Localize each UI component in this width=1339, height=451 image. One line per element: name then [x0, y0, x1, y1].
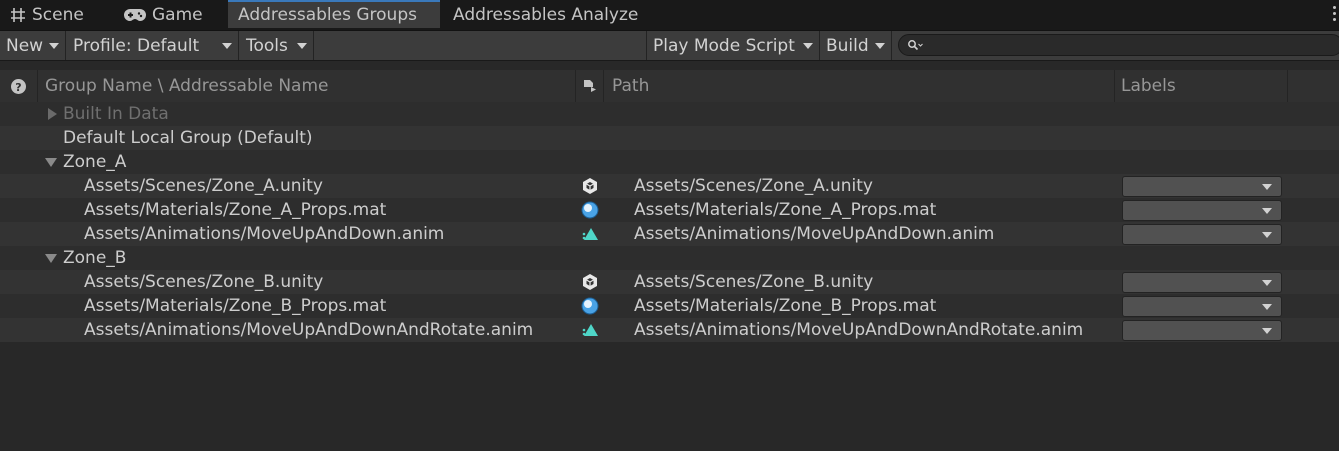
entry-row[interactable]: Assets/Animations/MoveUpAndDown.anim Ass… [0, 222, 1339, 246]
entry-path: Assets/Materials/Zone_B_Props.mat [634, 296, 937, 316]
column-group-name[interactable]: Group Name \ Addressable Name [45, 70, 329, 102]
tools-label: Tools [246, 35, 288, 56]
column-divider[interactable] [603, 70, 604, 102]
entry-path: Assets/Animations/MoveUpAndDown.anim [634, 224, 995, 244]
column-labels[interactable]: Labels [1121, 70, 1176, 102]
labels-dropdown[interactable] [1122, 200, 1282, 221]
labels-dropdown[interactable] [1122, 320, 1282, 341]
entry-path: Assets/Animations/MoveUpAndDownAndRotate… [634, 320, 1084, 340]
column-divider[interactable] [1287, 70, 1288, 102]
group-row-default-local[interactable]: Default Local Group (Default) [0, 126, 1339, 150]
tab-addressables-analyze[interactable]: Addressables Analyze [453, 0, 638, 30]
column-divider[interactable] [1114, 70, 1115, 102]
build-label: Build [826, 35, 869, 56]
grid-icon [10, 7, 26, 23]
tab-label: Game [152, 5, 203, 25]
group-name: Zone_B [63, 248, 127, 268]
entry-row[interactable]: Assets/Scenes/Zone_A.unity Assets/Scenes… [0, 174, 1339, 198]
new-label: New [6, 35, 44, 56]
tab-bar: Scene Game Addressables Groups Addressab… [0, 0, 1339, 31]
scene-icon [583, 178, 597, 194]
entry-row[interactable]: Assets/Materials/Zone_A_Props.mat Assets… [0, 198, 1339, 222]
entry-path: Assets/Scenes/Zone_A.unity [634, 176, 873, 196]
chevron-down-icon [803, 43, 813, 49]
material-icon [581, 201, 599, 219]
material-icon [581, 297, 599, 315]
profile-dropdown[interactable]: Profile: Default [67, 31, 239, 60]
search-input[interactable] [898, 34, 1339, 56]
chevron-down-icon [1262, 208, 1272, 214]
column-header: ? Group Name \ Addressable Name Path Lab… [0, 70, 1339, 102]
collapse-arrow-icon[interactable] [45, 158, 57, 167]
entry-row[interactable]: Assets/Materials/Zone_B_Props.mat Assets… [0, 294, 1339, 318]
labels-dropdown[interactable] [1122, 176, 1282, 197]
tools-dropdown[interactable]: Tools [240, 31, 314, 60]
group-name: Built In Data [63, 104, 169, 124]
group-row-built-in-data[interactable]: Built In Data [0, 102, 1339, 126]
groups-tree: Built In Data Default Local Group (Defau… [0, 102, 1339, 342]
chevron-down-icon [49, 43, 59, 49]
entry-name: Assets/Animations/MoveUpAndDownAndRotate… [84, 320, 534, 340]
animation-icon [582, 324, 598, 336]
search-icon [907, 38, 923, 58]
chevron-down-icon [1262, 232, 1272, 238]
tab-game[interactable]: Game [124, 0, 203, 30]
svg-text:?: ? [15, 81, 21, 94]
animation-icon [582, 228, 598, 240]
entry-name: Assets/Materials/Zone_A_Props.mat [84, 200, 387, 220]
help-icon[interactable]: ? [10, 70, 27, 102]
labels-dropdown[interactable] [1122, 272, 1282, 293]
labels-dropdown[interactable] [1122, 296, 1282, 317]
entry-path: Assets/Materials/Zone_A_Props.mat [634, 200, 937, 220]
group-name: Default Local Group (Default) [63, 128, 313, 148]
chevron-down-icon [1262, 328, 1272, 334]
expand-arrow-icon[interactable] [48, 108, 57, 120]
entry-name: Assets/Scenes/Zone_A.unity [84, 176, 323, 196]
chevron-down-icon [222, 43, 232, 49]
group-row-zone-a[interactable]: Zone_A [0, 150, 1339, 174]
profile-label: Profile: Default [73, 35, 200, 56]
column-path[interactable]: Path [612, 70, 649, 102]
play-mode-label: Play Mode Script [653, 35, 795, 56]
build-dropdown[interactable]: Build [820, 31, 892, 60]
group-name: Zone_A [63, 152, 127, 172]
tab-label: Addressables Groups [238, 5, 417, 25]
entry-name: Assets/Animations/MoveUpAndDown.anim [84, 224, 445, 244]
entry-name: Assets/Scenes/Zone_B.unity [84, 272, 324, 292]
column-divider[interactable] [575, 70, 576, 102]
tab-addressables-groups[interactable]: Addressables Groups [228, 0, 440, 28]
toolbar: New Profile: Default Tools Play Mode Scr… [0, 31, 1339, 61]
chevron-down-icon [875, 43, 885, 49]
play-mode-script-dropdown[interactable]: Play Mode Script [646, 31, 820, 60]
asset-type-column-icon[interactable] [582, 70, 598, 102]
collapse-arrow-icon[interactable] [45, 254, 57, 263]
gamepad-icon [124, 8, 146, 22]
entry-row[interactable]: Assets/Animations/MoveUpAndDownAndRotate… [0, 318, 1339, 342]
new-dropdown[interactable]: New [0, 31, 66, 60]
chevron-down-icon [1262, 280, 1272, 286]
scene-icon [583, 274, 597, 290]
labels-dropdown[interactable] [1122, 224, 1282, 245]
chevron-down-icon [297, 43, 307, 49]
entry-row[interactable]: Assets/Scenes/Zone_B.unity Assets/Scenes… [0, 270, 1339, 294]
group-row-zone-b[interactable]: Zone_B [0, 246, 1339, 270]
entry-path: Assets/Scenes/Zone_B.unity [634, 272, 874, 292]
chevron-down-icon [1262, 184, 1272, 190]
tab-scene[interactable]: Scene [10, 0, 84, 30]
entry-name: Assets/Materials/Zone_B_Props.mat [84, 296, 387, 316]
chevron-down-icon [1262, 304, 1272, 310]
tab-label: Addressables Analyze [453, 5, 639, 25]
more-options-icon[interactable] [1333, 6, 1337, 21]
column-divider[interactable] [37, 70, 38, 102]
tab-label: Scene [32, 5, 84, 25]
